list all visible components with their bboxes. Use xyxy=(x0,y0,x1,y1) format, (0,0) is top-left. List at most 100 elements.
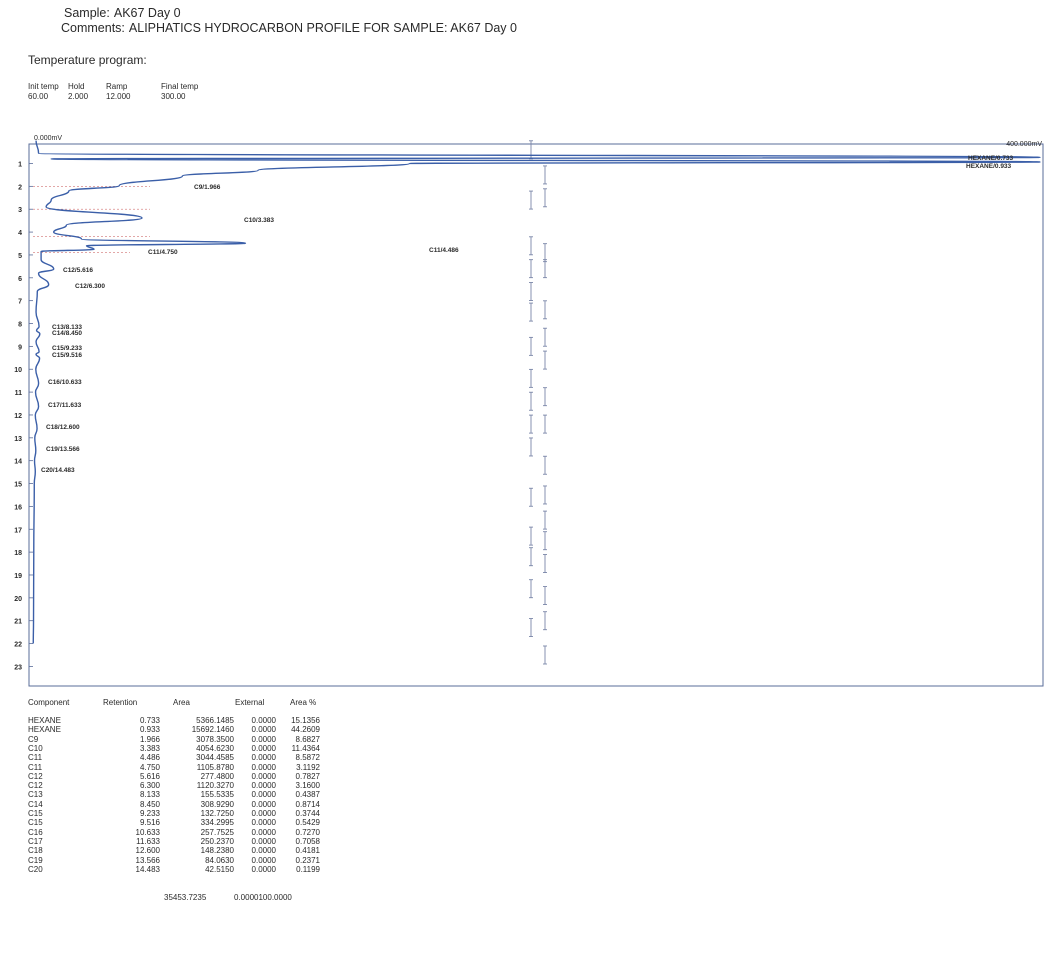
col-header-area: Area xyxy=(173,698,190,707)
cell-area: 1105.8780 xyxy=(196,762,234,772)
cell-retention: 8.133 xyxy=(139,790,160,800)
peak-labels: HEXANE/0.733HEXANE/0.933 C9/1.966 C10/3.38… xyxy=(41,155,1014,474)
cell-retention: 9.516 xyxy=(139,818,160,828)
cell-area: 277.4800 xyxy=(200,771,234,781)
cell-area-percent: 0.4181 xyxy=(295,846,320,856)
cell-area-percent: 8.5872 xyxy=(295,753,320,763)
cell-retention: 4.486 xyxy=(139,753,160,763)
cell-area: 3078.3500 xyxy=(196,734,234,744)
y-tick-label: 1 xyxy=(18,162,22,169)
cell-component: C14 xyxy=(28,799,43,809)
cell-external: 0.0000 xyxy=(251,781,276,791)
peak-label: C14/8.450 xyxy=(52,330,82,337)
cell-retention: 0.733 xyxy=(139,716,160,725)
col-header-external: External xyxy=(235,698,265,707)
cell-area: 257.7525 xyxy=(200,827,234,837)
y-tick-label: 17 xyxy=(14,527,22,534)
y-tick-label: 18 xyxy=(14,550,22,557)
col-header-area-percent: Area % xyxy=(290,698,317,707)
cell-retention: 1.966 xyxy=(139,734,160,744)
peak-label: C18/12.600 xyxy=(46,424,80,431)
cell-area-percent: 0.5429 xyxy=(295,818,320,828)
cell-area: 42.5150 xyxy=(205,864,234,874)
cell-area-percent: 3.1192 xyxy=(296,762,320,772)
cell-component: C19 xyxy=(28,855,43,865)
peak-label: C15/9.233 xyxy=(52,345,82,352)
cell-component: C16 xyxy=(28,827,43,837)
cell-component: C13 xyxy=(28,790,43,800)
cell-area-percent: 0.2371 xyxy=(295,855,320,865)
cell-area: 250.2370 xyxy=(200,836,234,846)
cell-component: C20 xyxy=(28,864,43,874)
peak-label: C10/3.383 xyxy=(244,217,274,224)
y-tick-label: 10 xyxy=(14,367,22,374)
cell-retention: 14.483 xyxy=(135,864,160,874)
peak-label: C11/4.486 xyxy=(429,247,459,254)
y-tick-label: 11 xyxy=(15,390,23,397)
cell-area-percent: 11.4364 xyxy=(291,743,320,753)
cell-retention: 5.616 xyxy=(139,771,160,781)
cell-component: C12 xyxy=(28,771,43,781)
cell-external: 0.0000 xyxy=(251,743,276,753)
cell-area-percent: 0.7058 xyxy=(295,836,320,846)
y-tick-label: 21 xyxy=(14,619,22,626)
peak-label: HEXANE/0.733 xyxy=(968,155,1014,162)
cell-area-percent: 15.1356 xyxy=(291,716,320,725)
cell-external: 0.0000 xyxy=(251,836,276,846)
y-tick-label: 8 xyxy=(18,322,22,329)
cell-area-percent: 3.1600 xyxy=(295,781,320,791)
y-tick-label: 20 xyxy=(14,596,22,603)
cell-area: 1120.3270 xyxy=(196,781,234,791)
cell-retention: 13.566 xyxy=(135,855,160,865)
x-range-right-label: 400.000mV xyxy=(1006,141,1042,148)
cell-external: 0.0000 xyxy=(251,716,276,725)
cell-area-percent: 0.7270 xyxy=(295,827,320,837)
y-tick-label: 14 xyxy=(14,459,22,466)
event-markers xyxy=(529,140,547,665)
cell-area: 148.2380 xyxy=(200,846,234,856)
peak-label: C12/6.300 xyxy=(75,283,105,290)
cell-retention: 8.450 xyxy=(139,799,160,809)
cell-component: C11 xyxy=(28,753,43,763)
cell-external: 0.0000 xyxy=(251,753,276,763)
cell-component: HEXANE xyxy=(28,725,61,735)
cell-external: 0.0000 xyxy=(251,771,276,781)
cell-retention: 11.633 xyxy=(136,836,160,846)
cell-component: HEXANE xyxy=(28,716,61,725)
col-header-retention: Retention xyxy=(103,698,138,707)
cell-external: 0.0000 xyxy=(251,725,276,735)
cell-area-percent: 44.2609 xyxy=(291,725,320,735)
cell-area: 5366.1485 xyxy=(196,716,234,725)
cell-external: 0.0000 xyxy=(251,809,276,818)
y-tick-label: 4 xyxy=(18,230,22,237)
peak-label: C16/10.633 xyxy=(48,379,82,386)
cell-component: C15 xyxy=(28,809,43,818)
plot-frame xyxy=(28,143,1044,687)
peak-label: HEXANE/0.933 xyxy=(966,163,1012,170)
cell-area: 308.9290 xyxy=(200,799,234,809)
y-tick-label: 22 xyxy=(14,642,22,649)
y-tick-label: 9 xyxy=(18,344,22,351)
y-tick-label: 16 xyxy=(14,504,22,511)
peak-label: C11/4.750 xyxy=(148,249,178,256)
cell-component: C18 xyxy=(28,846,43,856)
cell-retention: 12.600 xyxy=(135,846,160,856)
y-tick-label: 23 xyxy=(14,664,22,671)
cell-external: 0.0000 xyxy=(251,827,276,837)
cell-retention: 3.383 xyxy=(139,743,160,753)
cell-area-percent: 0.1199 xyxy=(296,864,320,874)
peak-label: C19/13.566 xyxy=(46,446,80,453)
cell-area-percent: 0.3744 xyxy=(295,809,320,818)
cell-area: 132.7250 xyxy=(200,809,234,818)
cell-component: C17 xyxy=(28,836,43,846)
y-tick-label: 19 xyxy=(14,573,22,580)
cell-external: 0.0000 xyxy=(251,762,276,772)
y-tick-label: 7 xyxy=(18,299,22,306)
chromatogram-trace xyxy=(32,140,1041,644)
cell-external: 0.0000 xyxy=(251,846,276,856)
cell-retention: 10.633 xyxy=(135,827,160,837)
cell-area: 15692.1460 xyxy=(191,725,234,735)
cell-retention: 0.933 xyxy=(139,725,160,735)
peak-label: C17/11.633 xyxy=(48,402,82,409)
cell-external: 0.0000 xyxy=(251,799,276,809)
